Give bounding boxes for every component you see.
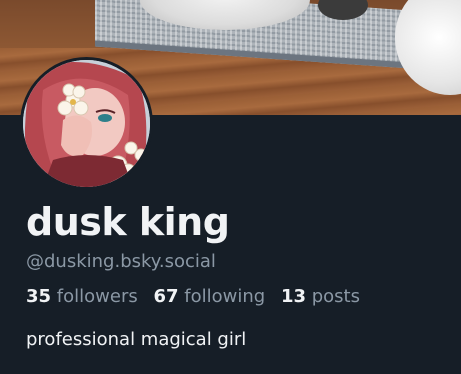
following-label: following (184, 286, 266, 307)
avatar[interactable] (20, 57, 153, 190)
posts-label: posts (311, 286, 360, 307)
posts-stat: 13 posts (281, 286, 360, 307)
posts-count: 13 (280, 286, 306, 307)
avatar-image (23, 60, 150, 187)
display-name: dusk king (26, 200, 230, 244)
profile-bio: professional magical girl (26, 329, 247, 350)
following-stat[interactable]: 67 following (153, 286, 265, 307)
followers-count: 35 (26, 286, 52, 307)
followers-label: followers (56, 286, 138, 307)
profile-stats: 35 followers 67 following 13 posts (26, 286, 370, 307)
followers-stat[interactable]: 35 followers (26, 286, 138, 307)
following-count: 67 (153, 286, 179, 307)
profile-handle: @dusking.bsky.social (26, 251, 216, 272)
